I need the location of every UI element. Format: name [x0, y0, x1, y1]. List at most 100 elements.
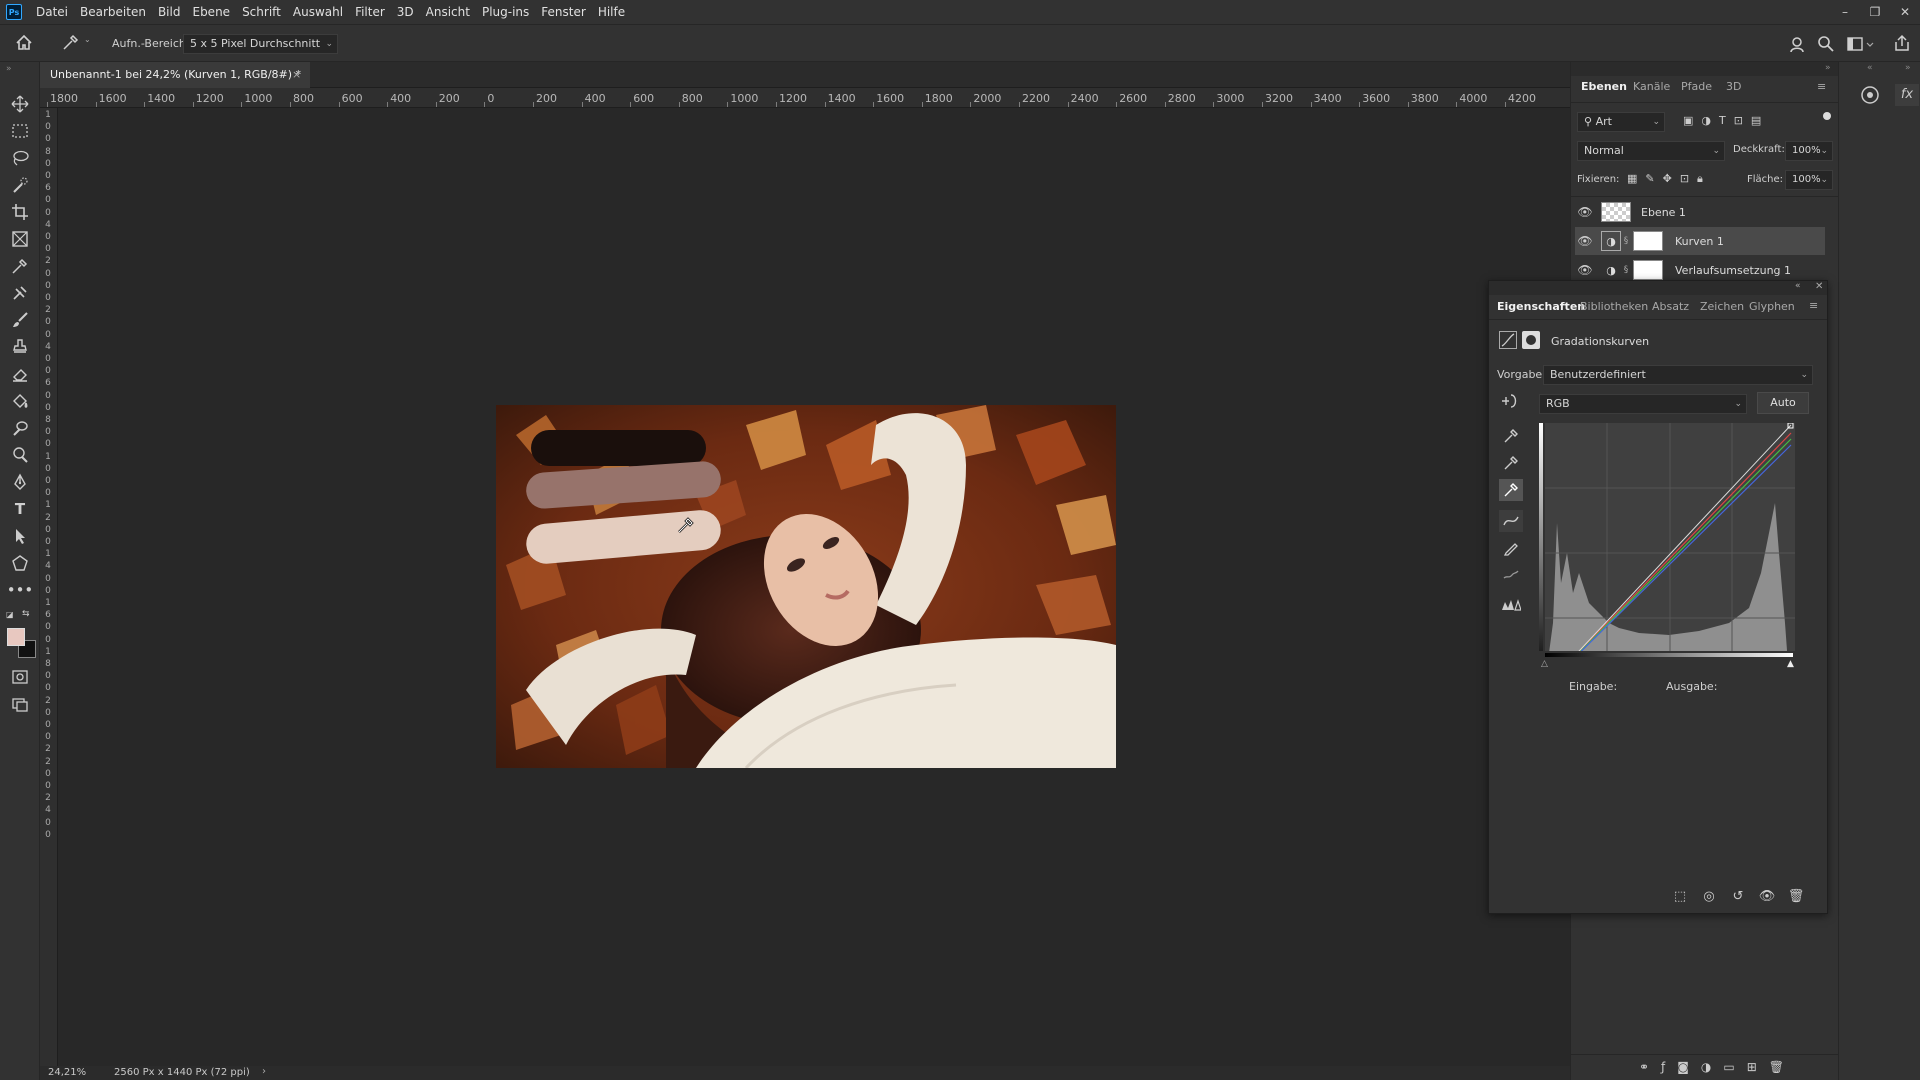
menu-item-filter[interactable]: Filter [349, 0, 391, 24]
collapse-toolbar-icon[interactable]: » [6, 64, 12, 74]
quick-selection-tool-icon[interactable] [8, 173, 32, 197]
fill-input[interactable]: 100% ⌄ [1785, 170, 1833, 190]
collapse-panels-icon[interactable]: » [1825, 63, 1831, 73]
close-window-button[interactable]: ✕ [1890, 0, 1920, 24]
link-icon[interactable]: § [1621, 265, 1631, 275]
gray-point-eyedropper-icon[interactable] [1499, 452, 1523, 474]
status-menu-chevron-icon[interactable]: › [262, 1066, 266, 1077]
target-adjustment-icon[interactable] [1499, 391, 1521, 411]
blend-mode-dropdown[interactable]: Normal ⌄ [1577, 141, 1725, 161]
healing-brush-tool-icon[interactable] [8, 281, 32, 305]
lasso-tool-icon[interactable] [8, 146, 32, 170]
document-tab[interactable]: Unbenannt-1 bei 24,2% (Kurven 1, RGB/8#)… [40, 62, 310, 88]
eyedropper-tool-preset-icon[interactable] [60, 33, 80, 53]
black-point-eyedropper-icon[interactable] [1499, 425, 1523, 447]
path-selection-tool-icon[interactable] [8, 524, 32, 548]
tab-3d[interactable]: 3D [1726, 80, 1741, 93]
eye-icon[interactable]: 👁︎ [1575, 205, 1595, 219]
mask-icon[interactable] [1522, 331, 1540, 349]
menu-item-ebene[interactable]: Ebene [186, 0, 236, 24]
shape-tool-icon[interactable] [8, 551, 32, 575]
tab-kanaele[interactable]: Kanäle [1633, 80, 1670, 93]
layer-filter-dropdown[interactable]: ⚲ Art ⌄ [1577, 112, 1665, 132]
tab-eigenschaften[interactable]: Eigenschaften [1497, 300, 1585, 313]
panel-menu-icon[interactable]: ≡ [1817, 80, 1826, 93]
brush-tool-icon[interactable] [8, 308, 32, 332]
menu-item-bearbeiten[interactable]: Bearbeiten [74, 0, 152, 24]
collapse-strip-icon[interactable]: « [1867, 63, 1873, 73]
reset-adjustment-icon[interactable]: ↺ [1729, 887, 1747, 905]
preset-dropdown[interactable]: Benutzerdefiniert ⌄ [1543, 365, 1813, 385]
smudge-tool-icon[interactable] [8, 416, 32, 440]
menu-item-schrift[interactable]: Schrift [236, 0, 287, 24]
foreground-color-swatch[interactable] [7, 628, 25, 646]
eye-icon[interactable]: 👁︎ [1575, 263, 1595, 277]
home-icon[interactable] [14, 33, 34, 53]
marquee-tool-icon[interactable] [8, 119, 32, 143]
crop-tool-icon[interactable] [8, 200, 32, 224]
layer-row-ebene-1[interactable]: 👁︎ Ebene 1 [1575, 198, 1825, 226]
photoshop-logo-icon[interactable]: Ps [6, 4, 22, 20]
fx-panel-icon[interactable]: fx [1895, 84, 1919, 106]
type-tool-icon[interactable]: T [8, 497, 32, 521]
smooth-curve-icon[interactable] [1499, 564, 1523, 586]
document-info[interactable]: 2560 Px x 1440 Px (72 ppi) [114, 1067, 250, 1078]
auto-button[interactable]: Auto [1757, 392, 1809, 414]
channel-dropdown[interactable]: RGB ⌄ [1539, 394, 1747, 414]
white-point-eyedropper-icon[interactable] [1499, 479, 1523, 501]
more-tools-icon[interactable]: ••• [7, 578, 34, 602]
menu-item-3d[interactable]: 3D [391, 0, 420, 24]
draw-curve-pencil-icon[interactable] [1499, 537, 1523, 559]
paint-bucket-tool-icon[interactable] [8, 389, 32, 413]
eraser-tool-icon[interactable] [8, 362, 32, 386]
toggle-visibility-eye-icon[interactable]: 👁︎ [1758, 887, 1776, 905]
tab-zeichen[interactable]: Zeichen [1700, 300, 1744, 313]
menu-item-auswahl[interactable]: Auswahl [287, 0, 349, 24]
move-tool-icon[interactable] [8, 92, 32, 116]
frame-tool-icon[interactable] [8, 227, 32, 251]
close-document-icon[interactable]: × [292, 62, 301, 88]
tab-bibliotheken[interactable]: Bibliotheken [1580, 300, 1648, 313]
clip-to-layer-icon[interactable]: ⬚ [1671, 887, 1689, 905]
quick-mask-icon[interactable] [8, 665, 32, 689]
menu-item-ansicht[interactable]: Ansicht [420, 0, 476, 24]
eye-icon[interactable]: 👁︎ [1575, 234, 1595, 248]
tab-glyphen[interactable]: Glyphen [1749, 300, 1795, 313]
tool-preset-chevron-icon[interactable]: ⌄ [84, 35, 91, 44]
vertical-ruler[interactable]: 1008006004002000200400600800100012001400… [40, 108, 58, 1066]
black-input-slider-icon[interactable]: △ [1541, 659, 1548, 669]
curves-graph[interactable] [1539, 422, 1795, 683]
search-icon[interactable] [1816, 34, 1836, 54]
collapse-panel-icon[interactable]: « [1795, 281, 1801, 291]
pen-tool-icon[interactable] [8, 470, 32, 494]
sample-size-dropdown[interactable]: 5 x 5 Pixel Durchschnitt ⌄ [183, 34, 338, 54]
restore-button[interactable]: ❐ [1860, 0, 1890, 24]
share-icon[interactable] [1892, 33, 1912, 53]
document-image[interactable] [496, 405, 1116, 768]
clipping-warning-icon[interactable] [1499, 593, 1523, 615]
layer-row-kurven-1[interactable]: 👁︎ ◑ § Kurven 1 [1575, 227, 1825, 255]
panel-menu-icon[interactable]: ≡ [1809, 299, 1818, 312]
view-previous-state-icon[interactable]: ◎ [1700, 887, 1718, 905]
zoom-level[interactable]: 24,21% [48, 1067, 86, 1078]
screen-mode-icon[interactable] [8, 692, 32, 716]
default-colors-icon[interactable]: ◪ [6, 610, 14, 619]
eyedropper-tool-icon[interactable] [8, 254, 32, 278]
filter-toggle-icon[interactable] [1823, 112, 1831, 120]
white-input-slider-icon[interactable]: ▲ [1787, 659, 1794, 669]
tab-absatz[interactable]: Absatz [1652, 300, 1689, 313]
opacity-input[interactable]: 100% ⌄ [1785, 141, 1833, 161]
menu-item-hilfe[interactable]: Hilfe [592, 0, 631, 24]
close-panel-icon[interactable]: ✕ [1815, 281, 1823, 292]
menu-item-bild[interactable]: Bild [152, 0, 187, 24]
lock-icons[interactable]: ▦✎✥⊡🔒︎ [1627, 172, 1711, 186]
curves-adjustment-icon[interactable] [1499, 331, 1517, 349]
adjustments-panel-icon[interactable] [1859, 84, 1881, 106]
tab-ebenen[interactable]: Ebenen [1581, 80, 1627, 93]
menu-item-datei[interactable]: Datei [30, 0, 74, 24]
workspace-icon[interactable] [1846, 34, 1874, 54]
link-icon[interactable]: § [1621, 236, 1631, 246]
layer-actions-icons[interactable]: ⚭ƒ◙◑▭⊞🗑︎ [1639, 1060, 1796, 1074]
clone-stamp-tool-icon[interactable] [8, 335, 32, 359]
dodge-tool-icon[interactable] [8, 443, 32, 467]
